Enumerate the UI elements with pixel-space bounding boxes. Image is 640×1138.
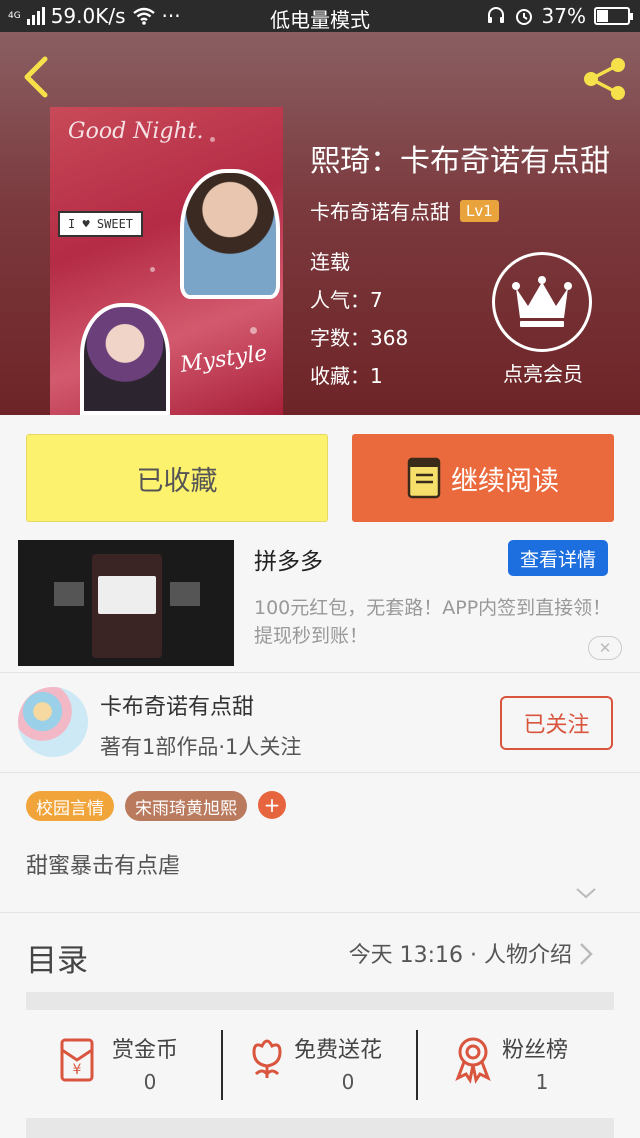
book-cover[interactable]: Good Night. I ♥ SWEET Mystyle bbox=[50, 107, 283, 415]
ad-description: 100元红包，无套路！APP内签到直接领！提现秒到账！ bbox=[254, 597, 612, 647]
chevron-left-icon bbox=[24, 56, 48, 98]
reward-label: 赏金币 bbox=[112, 1038, 179, 1063]
author-row[interactable]: 卡布奇诺有点甜 Lv1 bbox=[310, 196, 499, 225]
stat-divider bbox=[416, 1030, 418, 1100]
book-title: 熙琦：卡布奇诺有点甜 bbox=[310, 144, 610, 179]
battery-level bbox=[597, 10, 608, 22]
status-bar: 4G 59.0K/s ··· 低电量模式 37% bbox=[0, 0, 640, 32]
back-button[interactable] bbox=[14, 52, 58, 102]
toc-label: 目录 bbox=[26, 943, 88, 979]
battery-percent: 37% bbox=[541, 4, 586, 28]
author-name[interactable]: 卡布奇诺有点甜 bbox=[310, 196, 450, 225]
flower-icon bbox=[252, 1039, 282, 1078]
flowers-value: 0 bbox=[341, 1070, 355, 1094]
reward-value: 0 bbox=[143, 1070, 157, 1094]
cover-sparkle bbox=[250, 327, 257, 334]
cover-photo-girl bbox=[80, 303, 170, 415]
section-divider bbox=[26, 1118, 614, 1138]
cover-sparkle bbox=[150, 267, 155, 272]
cover-sweet-sticker: I ♥ SWEET bbox=[58, 211, 144, 237]
vip-button[interactable]: 点亮会员 bbox=[492, 252, 594, 387]
reward-coins-button[interactable]: ¥ 赏金币 0 bbox=[50, 1024, 210, 1114]
book-summary: 甜蜜暴击有点虐 bbox=[26, 854, 181, 879]
author-card-name: 卡布奇诺有点甜 bbox=[100, 695, 255, 720]
toc-latest-chapter: 今天 13:16 · 人物介绍 bbox=[348, 943, 572, 968]
free-flowers-button[interactable]: 免费送花 0 bbox=[240, 1024, 410, 1114]
red-envelope-icon: ¥ bbox=[60, 1038, 94, 1082]
battery-icon bbox=[594, 7, 633, 25]
share-button[interactable] bbox=[580, 54, 630, 104]
continue-reading-button[interactable]: 继续阅读 bbox=[352, 434, 614, 522]
level-badge: Lv1 bbox=[460, 199, 499, 222]
medal-icon bbox=[455, 1037, 491, 1084]
ad-thumbnail[interactable] bbox=[18, 540, 234, 666]
book-header: Good Night. I ♥ SWEET Mystyle 熙琦：卡布奇诺有点甜… bbox=[0, 32, 640, 415]
add-tag-button[interactable]: + bbox=[258, 791, 286, 819]
ad-thumb-dialog bbox=[98, 576, 156, 614]
ad-thumb-card bbox=[54, 582, 84, 606]
tag-campus-romance[interactable]: 校园言情 bbox=[26, 791, 114, 821]
avatar[interactable] bbox=[18, 687, 88, 757]
tags-area: 校园言情 宋雨琦黄旭熙 + bbox=[0, 772, 640, 821]
ad-close-button[interactable]: ✕ bbox=[588, 636, 622, 660]
section-divider bbox=[26, 992, 614, 1010]
fans-value: 1 bbox=[535, 1070, 549, 1094]
vip-label: 点亮会员 bbox=[503, 362, 583, 386]
stat-divider bbox=[221, 1030, 223, 1100]
ad-title: 拼多多 bbox=[254, 549, 323, 575]
vip-crown-circle bbox=[492, 252, 592, 352]
fans-label: 粉丝榜 bbox=[502, 1038, 569, 1063]
tag-ship[interactable]: 宋雨琦黄旭熙 bbox=[125, 791, 247, 821]
cover-mystyle-text: Mystyle bbox=[178, 341, 269, 378]
ad-thumb-card bbox=[170, 582, 200, 606]
serial-status: 连载 bbox=[310, 250, 350, 274]
author-card[interactable]: 卡布奇诺有点甜 著有1部作品·1人关注 已关注 bbox=[0, 672, 640, 772]
favorites-count: 收藏：1 bbox=[310, 364, 383, 388]
fans-ranking-button[interactable]: 粉丝榜 1 bbox=[448, 1024, 618, 1114]
word-count: 字数：368 bbox=[310, 326, 409, 350]
crown-icon bbox=[512, 276, 572, 327]
close-icon: ✕ bbox=[598, 639, 612, 657]
cover-art-text: Good Night. bbox=[68, 119, 204, 144]
plus-icon: + bbox=[263, 793, 281, 817]
ad-detail-button[interactable]: 查看详情 bbox=[508, 540, 608, 576]
headset-icon bbox=[487, 7, 504, 23]
cover-photo-boy bbox=[180, 169, 280, 299]
alarm-icon bbox=[515, 9, 532, 25]
continue-reading-label: 继续阅读 bbox=[451, 465, 559, 497]
collected-button[interactable]: 已收藏 bbox=[26, 434, 328, 522]
table-of-contents-row[interactable]: 目录 今天 13:16 · 人物介绍 bbox=[0, 912, 640, 992]
popularity: 人气：7 bbox=[310, 288, 383, 312]
chevron-right-icon bbox=[580, 943, 593, 965]
cover-sparkle bbox=[210, 137, 215, 142]
ad-banner[interactable]: 拼多多 查看详情 100元红包，无套路！APP内签到直接领！提现秒到账！ ✕ bbox=[0, 536, 640, 670]
status-right: 37% bbox=[486, 4, 633, 28]
author-card-stats: 著有1部作品·1人关注 bbox=[100, 735, 302, 759]
svg-text:¥: ¥ bbox=[73, 1062, 82, 1078]
follow-button[interactable]: 已关注 bbox=[500, 696, 613, 750]
chevron-down-icon[interactable] bbox=[574, 884, 598, 902]
book-icon bbox=[407, 457, 441, 499]
share-icon bbox=[584, 58, 625, 100]
flowers-label: 免费送花 bbox=[294, 1038, 383, 1063]
